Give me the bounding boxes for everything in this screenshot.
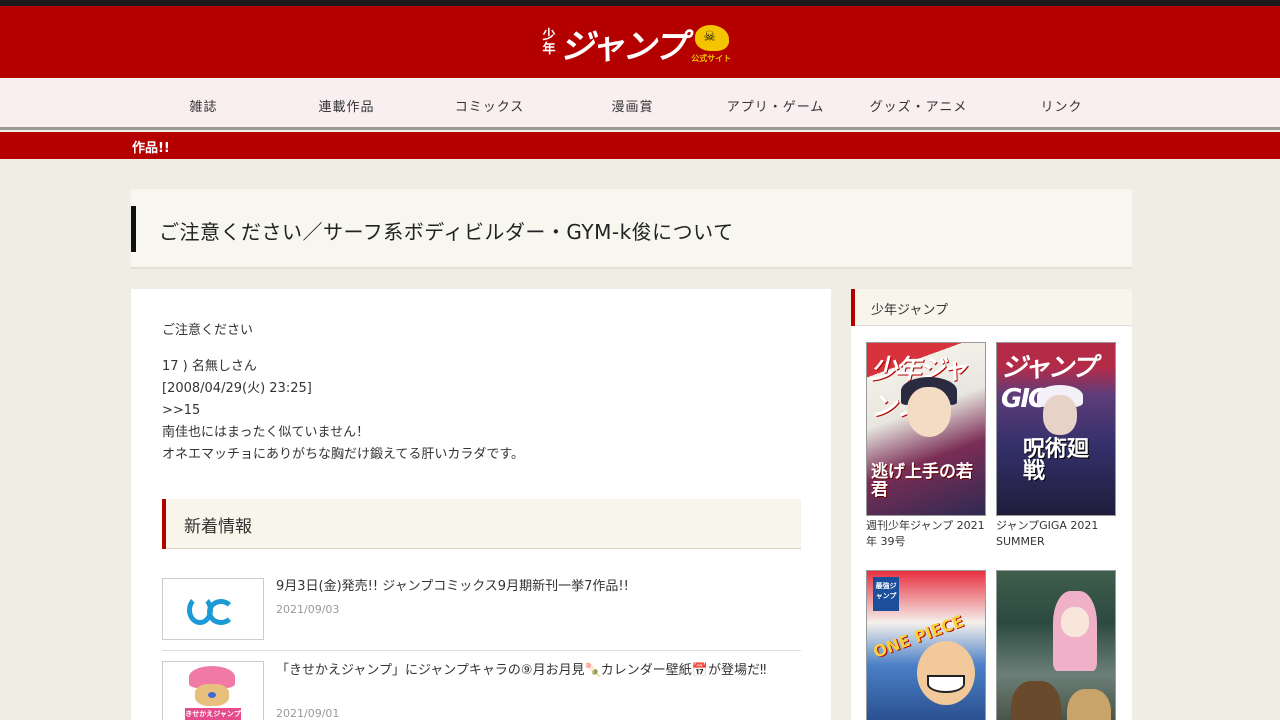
article-line: オネエマッチョにありがちな胸だけ鍛えてる肝いカラダです。: [162, 447, 525, 462]
cover-caption[interactable]: ジャンプGIGA 2021 SUMMER: [996, 518, 1121, 550]
nav-item-series[interactable]: 連載作品: [275, 96, 418, 115]
cover-art-text: 呪術廻戦: [1023, 437, 1090, 484]
logo-main-text: ジャンプ: [560, 26, 687, 67]
ticker-text[interactable]: 作品!!: [132, 137, 170, 156]
article-line: >>15: [162, 403, 201, 418]
logo-small-text: 少年: [542, 28, 556, 57]
news-heading-box: 新着情報: [162, 499, 801, 549]
news-title[interactable]: 9月3日(金)発売!! ジャンプコミックス9月期新刊一挙7作品!!: [276, 577, 796, 597]
magazine-cover[interactable]: ジャンプ GIGA 呪術廻戦: [996, 342, 1116, 516]
nav-item-comics[interactable]: コミックス: [418, 96, 561, 115]
article-body: ご注意ください 17 ) 名無しさん [2008/04/29(火) 23:25]…: [162, 320, 524, 466]
pirate-mark-icon: ☠ 公式サイト: [691, 23, 735, 63]
sidebar: 少年ジャンプ 少年ジャンプ 逃げ上手の若君 週刊少年ジャンプ 2021年 39号…: [851, 289, 1132, 720]
nav-item-apps-games[interactable]: アプリ・ゲーム: [704, 96, 847, 115]
news-thumbnail[interactable]: [162, 578, 264, 640]
chopper-character-icon: きせかえジャンプ: [183, 664, 243, 720]
article-line: 南佳也にはまったく似ていません！: [162, 425, 370, 440]
magazine-cover[interactable]: 少年ジャンプ 逃げ上手の若君: [866, 342, 986, 516]
magazine-cover[interactable]: 最強ジャンプ ONE PIECE: [866, 570, 986, 720]
logo-subtitle: 公式サイト: [691, 54, 732, 63]
site-header: 少年 ジャンプ ☠ 公式サイト: [0, 6, 1280, 78]
news-title[interactable]: 「きせかえジャンプ」にジャンプキャラの⑨月お月見🍡カレンダー壁紙📅が登場だ‼: [276, 661, 796, 681]
nav-item-links[interactable]: リンク: [990, 96, 1133, 115]
jump-comics-logo-icon: [187, 591, 237, 629]
sidebar-heading-box: 少年ジャンプ: [851, 289, 1132, 326]
news-heading: 新着情報: [184, 517, 252, 537]
global-nav: 雑誌 連載作品 コミックス 漫画賞 アプリ・ゲーム グッズ・アニメ リンク: [0, 78, 1280, 130]
article-line: ご注意ください: [162, 323, 254, 338]
cover-masthead: 最強ジャンプ: [873, 577, 899, 611]
page-title: ご注意ください／サーフ系ボディビルダー・GYM-k俊について: [159, 220, 734, 244]
news-item[interactable]: 9月3日(金)発売!! ジャンプコミックス9月期新刊一挙7作品!! 2021/0…: [162, 567, 801, 651]
jump-logo[interactable]: 少年 ジャンプ ☠ 公式サイト: [540, 20, 735, 67]
magazine-cover[interactable]: [996, 570, 1116, 720]
article-line: [2008/04/29(火) 23:25]: [162, 381, 312, 396]
news-item[interactable]: きせかえジャンプ 「きせかえジャンプ」にジャンプキャラの⑨月お月見🍡カレンダー壁…: [162, 651, 801, 720]
news-ticker: 作品!!: [0, 132, 1280, 159]
sidebar-accent-bar: [851, 289, 855, 326]
nav-item-goods-anime[interactable]: グッズ・アニメ: [847, 96, 990, 115]
cover-caption[interactable]: 週刊少年ジャンプ 2021年 39号: [866, 518, 991, 550]
title-accent-bar: [131, 206, 136, 252]
news-accent-bar: [162, 499, 166, 549]
news-date: 2021/09/01: [276, 707, 340, 720]
article-title-box: ご注意ください／サーフ系ボディビルダー・GYM-k俊について: [131, 189, 1132, 269]
nav-item-magazine[interactable]: 雑誌: [132, 96, 275, 115]
news-date: 2021/09/03: [276, 603, 340, 616]
article-line: 17 ) 名無しさん: [162, 359, 257, 374]
main-content: ご注意ください 17 ) 名無しさん [2008/04/29(火) 23:25]…: [131, 289, 831, 720]
cover-art-text: 逃げ上手の若君: [871, 462, 973, 500]
nav-item-manga-award[interactable]: 漫画賞: [561, 96, 704, 115]
news-thumbnail[interactable]: きせかえジャンプ: [162, 661, 264, 720]
sidebar-heading: 少年ジャンプ: [871, 303, 948, 318]
kisekae-label: きせかえジャンプ: [185, 708, 241, 720]
